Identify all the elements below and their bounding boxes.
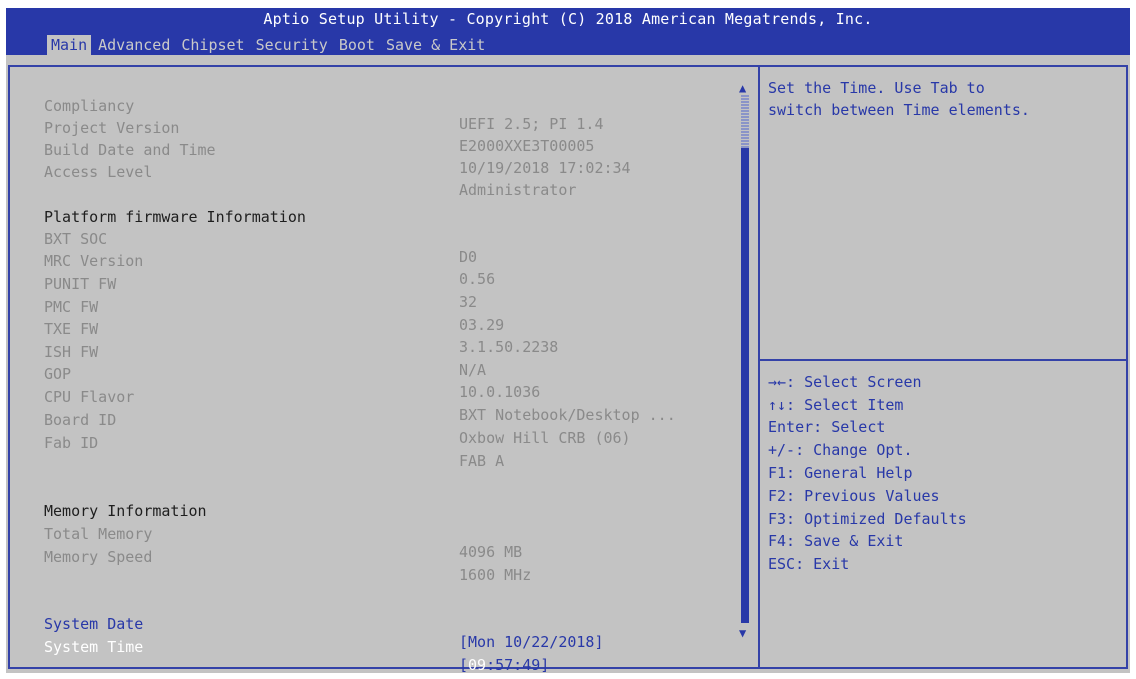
tab-advanced[interactable]: Advanced — [94, 35, 174, 55]
tab-boot[interactable]: Boot — [335, 35, 379, 55]
board-id-row: Board ID Oxbow Hill CRB (06) — [0, 393, 631, 447]
time-rest: :57:49] — [486, 656, 550, 674]
gop-value: 10.0.1036 — [459, 383, 541, 401]
ish-fw-label: ISH FW — [44, 343, 99, 361]
key-previous-values: F2: Previous Values — [768, 487, 940, 505]
help-keys-divider — [760, 359, 1128, 361]
board-id-value: Oxbow Hill CRB (06) — [459, 429, 631, 447]
scroll-up-arrow-icon[interactable]: ▲ — [739, 82, 746, 94]
key-general-help: F1: General Help — [768, 464, 913, 482]
key-select-item: ↑↓: Select Item — [768, 396, 904, 414]
build-date-value: 10/19/2018 17:02:34 — [459, 159, 631, 177]
scroll-down-arrow-icon[interactable]: ▼ — [739, 627, 746, 639]
cpu-flavor-row: CPU Flavor BXT Notebook/Desktop ... — [0, 370, 676, 424]
compliancy-value: UEFI 2.5; PI 1.4 — [459, 115, 604, 133]
system-time-label: System Time — [44, 638, 144, 656]
help-line-1: Set the Time. Use Tab to — [768, 79, 985, 97]
mrc-version-row: MRC Version 0.56 — [0, 234, 495, 288]
key-select-screen: →←: Select Screen — [768, 373, 922, 391]
tab-security[interactable]: Security — [252, 35, 332, 55]
key-optimized-defaults: F3: Optimized Defaults — [768, 510, 967, 528]
project-version-row: Project Version E2000XXE3T00005 — [0, 101, 594, 155]
punit-fw-label: PUNIT FW — [44, 275, 117, 293]
platform-heading: Platform firmware Information — [44, 208, 306, 226]
punit-fw-row: PUNIT FW 32 — [0, 257, 477, 311]
system-time-value[interactable]: [09:57:49] — [459, 656, 549, 674]
punit-fw-value: 32 — [459, 293, 478, 311]
tab-save-exit[interactable]: Save & Exit — [382, 35, 489, 55]
project-version-label: Project Version — [44, 119, 180, 137]
gop-row: GOP 10.0.1036 — [0, 347, 540, 401]
access-level-row: Access Level Administrator — [0, 145, 576, 199]
key-enter-select: Enter: Select — [768, 418, 886, 436]
board-id-label: Board ID — [44, 411, 117, 429]
tab-main[interactable]: Main — [47, 35, 92, 55]
fab-id-label: Fab ID — [44, 434, 99, 452]
bxt-soc-row: BXT SOC D0 — [0, 212, 477, 266]
txe-fw-label: TXE FW — [44, 320, 99, 338]
total-memory-row: Total Memory 4096 MB — [0, 507, 522, 561]
ish-fw-value: N/A — [459, 361, 487, 379]
system-date-label: System Date — [44, 615, 144, 633]
system-date-value[interactable]: [Mon 10/22/2018] — [459, 633, 604, 651]
compliancy-label: Compliancy — [44, 97, 135, 115]
time-bracket-open: [ — [459, 656, 469, 674]
ish-fw-row: ISH FW N/A — [0, 325, 486, 379]
system-time-row[interactable]: System Time [09:57:49] — [0, 620, 549, 674]
pmc-fw-value: 03.29 — [459, 316, 505, 334]
platform-heading-row: Platform firmware Information — [0, 190, 306, 226]
build-date-row: Build Date and Time 10/19/2018 17:02:34 — [0, 123, 631, 177]
memory-speed-value: 1600 MHz — [459, 566, 532, 584]
pmc-fw-row: PMC FW 03.29 — [0, 280, 504, 334]
cpu-flavor-label: CPU Flavor — [44, 388, 135, 406]
time-hour-field[interactable]: 09 — [468, 656, 486, 674]
system-date-row[interactable]: System Date [Mon 10/22/2018] — [0, 597, 604, 651]
memory-heading: Memory Information — [44, 502, 207, 520]
scrollbar-thumb[interactable] — [741, 94, 749, 148]
bxt-soc-value: D0 — [459, 248, 478, 266]
pmc-fw-label: PMC FW — [44, 298, 99, 316]
memory-heading-row: Memory Information — [0, 484, 207, 520]
utility-title: Aptio Setup Utility - Copyright (C) 2018… — [263, 10, 873, 28]
fab-id-value: FAB A — [459, 452, 505, 470]
access-level-value: Administrator — [459, 181, 577, 199]
title-bar: Aptio Setup Utility - Copyright (C) 2018… — [6, 8, 1130, 55]
gop-label: GOP — [44, 365, 72, 383]
fab-id-row: Fab ID FAB A — [0, 416, 504, 470]
scrollbar-track[interactable] — [741, 148, 749, 623]
memory-speed-row: Memory Speed 1600 MHz — [0, 530, 531, 584]
mrc-version-value: 0.56 — [459, 270, 496, 288]
project-version-value: E2000XXE3T00005 — [459, 137, 595, 155]
key-save-exit: F4: Save & Exit — [768, 532, 904, 550]
help-line-2: switch between Time elements. — [768, 101, 1030, 119]
txe-fw-row: TXE FW 3.1.50.2238 — [0, 302, 558, 356]
help-divider — [758, 65, 760, 669]
key-change-opt: +/-: Change Opt. — [768, 441, 913, 459]
bxt-soc-label: BXT SOC — [44, 230, 108, 248]
cpu-flavor-value: BXT Notebook/Desktop ... — [459, 406, 676, 424]
compliancy-row: Compliancy UEFI 2.5; PI 1.4 — [0, 79, 604, 133]
tab-chipset[interactable]: Chipset — [177, 35, 248, 55]
mrc-version-label: MRC Version — [44, 252, 144, 270]
menu-tabs: Main Advanced Chipset Security Boot Save… — [47, 35, 492, 55]
total-memory-label: Total Memory — [44, 525, 153, 543]
access-level-label: Access Level — [44, 163, 153, 181]
build-date-label: Build Date and Time — [44, 141, 216, 159]
key-esc-exit: ESC: Exit — [768, 555, 850, 573]
total-memory-value: 4096 MB — [459, 543, 523, 561]
txe-fw-value: 3.1.50.2238 — [459, 338, 559, 356]
memory-speed-label: Memory Speed — [44, 548, 153, 566]
